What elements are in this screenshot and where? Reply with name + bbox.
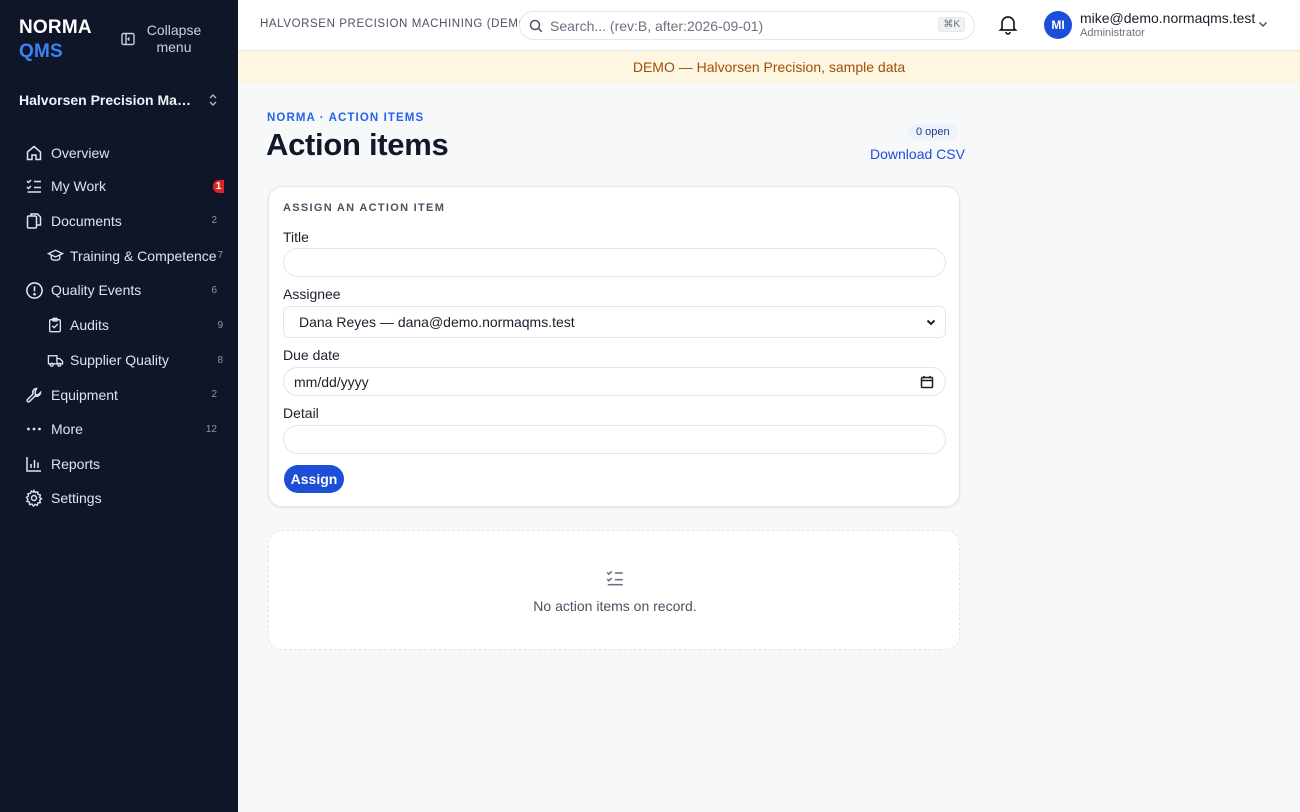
topbar: HALVORSEN PRECISION MACHINING (DEMO) Sea… xyxy=(238,0,1300,51)
sidebar-item-equipment[interactable]: Equipment 2 xyxy=(0,378,238,413)
sidebar-nav: Overview My Work 1 Documents 2 Training … xyxy=(0,136,238,516)
due-date-label: Due date xyxy=(283,347,340,363)
gear-icon xyxy=(24,488,44,508)
sidebar-item-overview[interactable]: Overview xyxy=(0,136,238,169)
sidebar-item-more[interactable]: More 12 xyxy=(0,412,238,447)
avatar[interactable]: MI xyxy=(1044,11,1072,39)
chevron-up-down-icon xyxy=(209,94,217,106)
checklist-icon xyxy=(24,176,44,196)
bell-icon xyxy=(998,16,1018,35)
chevron-down-icon xyxy=(926,319,936,326)
collapse-menu-button[interactable]: Collapse menu xyxy=(120,22,202,56)
graduation-cap-icon xyxy=(46,247,64,265)
notifications-button[interactable] xyxy=(997,13,1019,40)
sidebar: NORMA QMS Collapse menu Halvorsen Precis… xyxy=(0,0,238,812)
assign-form-card: ASSIGN AN ACTION ITEM Title Assignee Dan… xyxy=(268,186,960,507)
sidebar-item-supplier-quality[interactable]: Supplier Quality 8 xyxy=(0,343,238,378)
search-icon xyxy=(529,19,543,32)
chevron-down-icon[interactable] xyxy=(1257,18,1269,30)
sidebar-item-audits[interactable]: Audits 9 xyxy=(0,308,238,343)
sidebar-item-label: Quality Events xyxy=(51,282,142,299)
sidebar-item-documents[interactable]: Documents 2 xyxy=(0,204,238,239)
sidebar-item-label: My Work xyxy=(51,178,106,195)
alert-circle-icon xyxy=(24,280,44,300)
brand-logo[interactable]: NORMA QMS xyxy=(19,16,92,64)
assignee-label: Assignee xyxy=(283,286,341,302)
item-count: 6 xyxy=(211,284,217,296)
calendar-icon[interactable] xyxy=(920,375,934,389)
assign-button[interactable]: Assign xyxy=(284,465,344,493)
demo-banner: DEMO — Halvorsen Precision, sample data xyxy=(238,51,1300,83)
search-input[interactable]: Search... (rev:B, after:2026-09-01) ⌘K xyxy=(519,11,975,40)
sidebar-item-label: Supplier Quality xyxy=(70,352,169,368)
sidebar-item-label: Reports xyxy=(51,455,101,472)
search-shortcut-hint: ⌘K xyxy=(938,17,965,32)
sidebar-item-label: Overview xyxy=(51,144,110,161)
due-date-input[interactable]: mm/dd/yyyy xyxy=(283,367,946,396)
item-count: 8 xyxy=(217,354,223,366)
brand-product: QMS xyxy=(19,41,63,62)
sidebar-item-quality-events[interactable]: Quality Events 6 xyxy=(0,273,238,308)
documents-icon xyxy=(24,211,44,231)
truck-icon xyxy=(46,351,64,369)
home-icon xyxy=(24,143,44,163)
sidebar-item-reports[interactable]: Reports xyxy=(0,447,238,482)
empty-state: No action items on record. xyxy=(268,530,960,650)
sidebar-item-settings[interactable]: Settings xyxy=(0,481,238,516)
user-email: mike@demo.normaqms.test xyxy=(1080,10,1256,26)
user-menu[interactable]: mike@demo.normaqms.test Administrator xyxy=(1080,10,1255,40)
sidebar-item-training[interactable]: Training & Competence 7 xyxy=(0,238,238,273)
sidebar-item-label: Documents xyxy=(51,212,122,229)
detail-input[interactable] xyxy=(283,425,946,454)
download-csv-link[interactable]: Download CSV xyxy=(870,146,965,162)
org-name: Halvorsen Precision Machi... xyxy=(19,92,194,108)
sidebar-item-label: Audits xyxy=(70,317,109,333)
wrench-icon xyxy=(24,385,44,405)
item-count: 2 xyxy=(211,389,217,401)
collapse-menu-label: Collapse menu xyxy=(146,22,202,55)
sidebar-item-label: More xyxy=(51,421,83,438)
org-label: HALVORSEN PRECISION MACHINING (DEMO) xyxy=(260,18,533,30)
brand-name: NORMA xyxy=(19,17,92,38)
assignee-selected-value: Dana Reyes — dana@demo.normaqms.test xyxy=(299,314,575,330)
sidebar-item-label: Settings xyxy=(51,490,102,507)
item-count: 9 xyxy=(217,319,223,331)
sidebar-item-my-work[interactable]: My Work 1 xyxy=(0,169,238,204)
title-input[interactable] xyxy=(283,248,946,277)
sidebar-item-label: Training & Competence xyxy=(70,247,217,264)
sidebar-item-label: Equipment xyxy=(51,386,118,403)
user-role: Administrator xyxy=(1080,27,1145,39)
page-title: Action items xyxy=(266,127,449,162)
empty-state-message: No action items on record. xyxy=(533,598,697,614)
sidebar-toggle-icon xyxy=(121,32,135,46)
notification-badge: 1 xyxy=(213,179,224,193)
detail-label: Detail xyxy=(283,405,319,421)
search-placeholder: Search... (rev:B, after:2026-09-01) xyxy=(550,17,764,34)
bar-chart-icon xyxy=(24,454,44,474)
checklist-icon xyxy=(606,570,623,586)
due-date-placeholder: mm/dd/yyyy xyxy=(294,373,369,390)
open-count-badge: 0 open xyxy=(908,124,958,140)
org-switcher[interactable]: Halvorsen Precision Machi... xyxy=(19,92,219,108)
item-count: 7 xyxy=(217,250,223,261)
breadcrumb: NORMA · ACTION ITEMS xyxy=(267,112,425,124)
assignee-select[interactable]: Dana Reyes — dana@demo.normaqms.test xyxy=(283,306,946,338)
more-dots-icon xyxy=(24,419,44,439)
clipboard-check-icon xyxy=(46,316,64,334)
item-count: 12 xyxy=(205,423,217,435)
item-count: 2 xyxy=(211,215,217,227)
form-heading: ASSIGN AN ACTION ITEM xyxy=(283,202,446,214)
title-label: Title xyxy=(283,229,309,245)
